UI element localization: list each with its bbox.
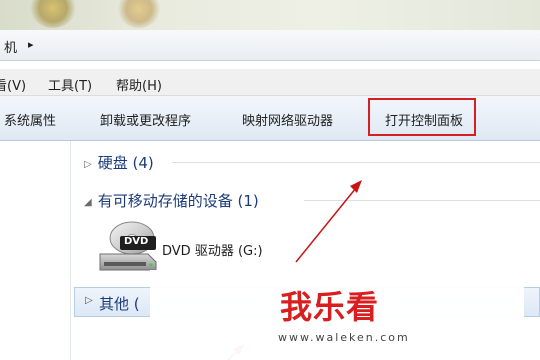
watermark-panel: 我乐看 www.waleken.com bbox=[150, 270, 524, 360]
watermark-url: www.waleken.com bbox=[278, 331, 410, 344]
watermark-logo: 我乐看 bbox=[280, 288, 380, 326]
